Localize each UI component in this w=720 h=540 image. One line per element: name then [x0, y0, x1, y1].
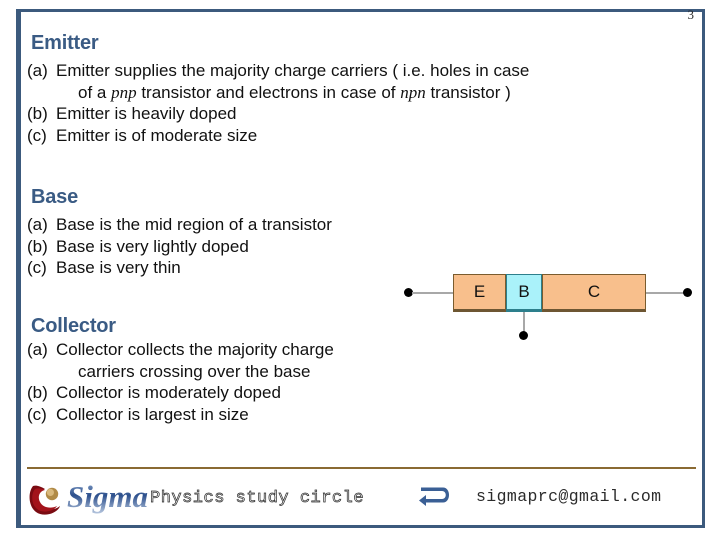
list-item-marker: (c)	[27, 125, 47, 145]
list-item-marker: (b)	[27, 383, 48, 402]
list-item-line: Collector is largest in size	[56, 404, 334, 426]
list-item-line: Emitter is of moderate size	[56, 125, 529, 147]
body-text: Base is very lightly doped	[56, 236, 249, 256]
list-item-line: Collector is moderately doped	[56, 382, 334, 404]
body-text: Collector is largest in size	[56, 404, 249, 424]
slide: 3 Emitter (a) Emitter supplies the majori…	[0, 0, 720, 540]
sigma-swoosh-logo	[29, 485, 60, 515]
collector-lead	[646, 292, 686, 294]
list-item: (a) Emitter supplies the majority charge …	[27, 60, 529, 103]
emphasis-text: npn	[400, 82, 426, 102]
list-item-marker: (c)	[27, 258, 47, 277]
transistor-region-emitter: E	[453, 274, 506, 312]
list-item-marker: (a)	[27, 61, 48, 80]
body-text: Collector collects the majority charge	[56, 340, 334, 359]
body-text: Emitter is heavily doped	[56, 104, 237, 123]
body-text: Collector is moderately doped	[56, 383, 281, 402]
list-item-marker: (a)	[27, 340, 48, 359]
logo-tagline: Physics study circle	[150, 489, 365, 509]
list-item: (c) Base is very thin	[27, 257, 332, 279]
slide-frame: 3 Emitter (a) Emitter supplies the majori…	[16, 8, 705, 528]
list-item-line: Collector collects the majority charge	[56, 339, 334, 361]
list-item: (a) Collector collects the majority charg…	[27, 339, 334, 382]
list-item: (b) Emitter is heavily doped	[27, 103, 529, 125]
body-text: Base is very thin	[56, 258, 181, 277]
list-item: (b) Collector is moderately doped	[27, 382, 334, 404]
list-item-line: Base is very thin	[56, 257, 332, 279]
body-text: Base is the mid region of a transistor	[56, 215, 332, 234]
body-text: transistor and electrons in case of	[136, 82, 401, 102]
section-list-base: (a) Base is the mid region of a transisto…	[27, 214, 332, 279]
base-terminal-dot	[519, 331, 528, 340]
list-item-line: Emitter is heavily doped	[56, 103, 529, 125]
collector-terminal-dot	[683, 288, 692, 297]
body-text: Emitter supplies the majority charge car…	[56, 61, 530, 80]
body-text: carriers crossing over the base	[78, 361, 311, 381]
list-item-line: of a pnp transistor and electrons in cas…	[78, 82, 529, 104]
list-item: (a) Base is the mid region of a transisto…	[27, 214, 332, 236]
transistor-region-emitter-label: E	[473, 282, 486, 301]
body-text: Emitter is of moderate size	[56, 125, 258, 145]
transistor-region-base: B	[506, 274, 542, 312]
section-heading-collector: Collector	[31, 315, 116, 337]
contact-email: sigmaprc@gmail.com	[476, 487, 662, 506]
body-text: of a	[78, 82, 112, 102]
footer-divider	[27, 467, 696, 469]
transistor-block-diagram: E B C	[386, 262, 696, 347]
section-heading-emitter: Emitter	[31, 32, 99, 54]
section-list-collector: (a) Collector collects the majority charg…	[27, 339, 334, 425]
list-item: (c) Emitter is of moderate size	[27, 125, 529, 147]
slide-content: Emitter (a) Emitter supplies the majority…	[21, 12, 702, 525]
logo-wordmark: Sigma	[67, 479, 148, 514]
transistor-region-base-label: B	[518, 282, 530, 301]
list-item-marker: (c)	[27, 404, 47, 424]
section-list-emitter: (a) Emitter supplies the majority charge …	[27, 60, 529, 146]
list-item-line: carriers crossing over the base	[78, 361, 334, 383]
list-item: (b) Base is very lightly doped	[27, 236, 332, 258]
emphasis-text: pnp	[111, 82, 137, 102]
list-item-line: Base is the mid region of a transistor	[56, 214, 332, 236]
list-item-marker: (a)	[27, 215, 48, 234]
emitter-lead	[412, 292, 454, 294]
section-heading-base: Base	[31, 186, 79, 208]
transistor-region-collector: C	[542, 274, 646, 312]
list-item-line: Base is very lightly doped	[56, 236, 332, 258]
list-item-line: Emitter supplies the majority charge car…	[56, 60, 529, 82]
list-item-marker: (b)	[27, 104, 48, 123]
list-item: (c) Collector is largest in size	[27, 404, 334, 426]
transistor-region-collector-label: C	[587, 282, 601, 301]
body-text: transistor )	[425, 82, 511, 102]
list-item-marker: (b)	[27, 236, 48, 256]
curved-arrow-icon	[419, 487, 449, 506]
footer: Sigma Physics study circle sigmaprc@gmai…	[21, 474, 702, 524]
